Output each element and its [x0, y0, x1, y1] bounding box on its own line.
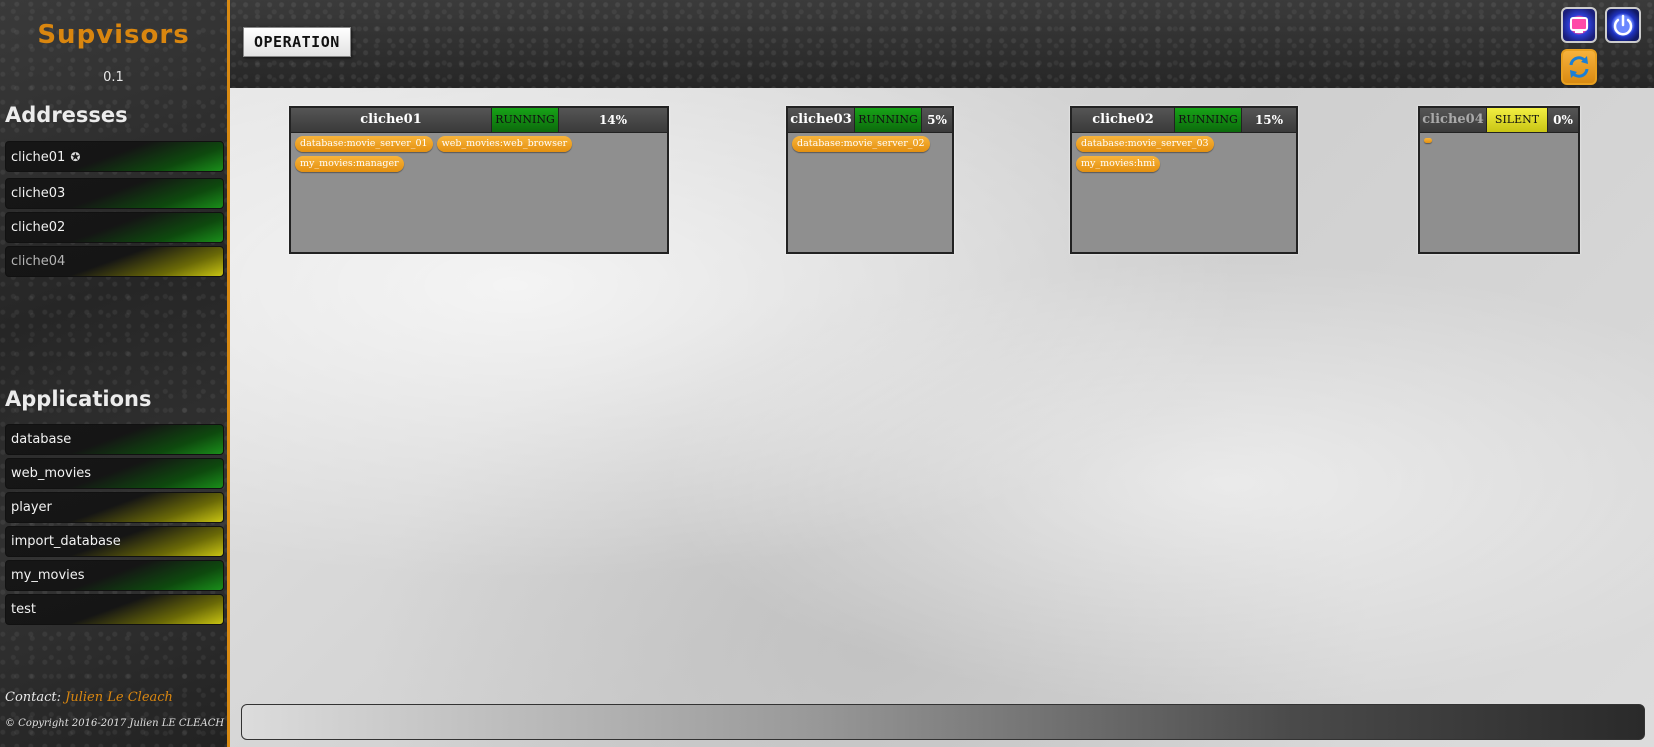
application-item-web-movies[interactable]: web_movies: [5, 458, 224, 489]
address-label: cliche04: [11, 254, 66, 269]
application-item-database[interactable]: database: [5, 424, 224, 455]
node-state-badge: RUNNING: [854, 108, 922, 132]
contact-link[interactable]: Julien Le Cleach: [65, 690, 173, 705]
gear-icon: ✪: [70, 150, 81, 164]
application-label: web_movies: [11, 466, 92, 481]
applications-title: Applications: [5, 387, 152, 411]
application-label: test: [11, 602, 36, 617]
header: OPERATION: [230, 0, 1654, 88]
process-pill[interactable]: web_movies:web_browser: [436, 136, 573, 152]
brand-title[interactable]: Supvisors: [0, 20, 227, 50]
address-label: cliche02: [11, 220, 66, 235]
message-bar: [241, 704, 1645, 740]
version-label: 0.1: [103, 70, 124, 85]
node-card-cliche01: cliche01 RUNNING 14% database:movie_serv…: [289, 106, 669, 254]
node-state-badge: SILENT: [1486, 108, 1548, 132]
node-load: 14%: [559, 108, 667, 132]
node-card-cliche02: cliche02 RUNNING 15% database:movie_serv…: [1070, 106, 1298, 254]
process-pill[interactable]: my_movies:manager: [295, 156, 404, 172]
main-content: cliche01 RUNNING 14% database:movie_serv…: [230, 88, 1654, 747]
application-label: database: [11, 432, 72, 447]
node-state-badge: RUNNING: [491, 108, 559, 132]
addresses-title: Addresses: [5, 103, 128, 127]
application-item-import-database[interactable]: import_database: [5, 526, 224, 557]
process-pill[interactable]: database:movie_server_03: [1076, 136, 1214, 152]
node-name[interactable]: cliche02: [1072, 108, 1174, 132]
process-pill[interactable]: my_movies:hmi: [1076, 156, 1161, 172]
address-item-cliche04[interactable]: cliche04: [5, 246, 224, 277]
shutdown-button[interactable]: [1605, 7, 1641, 43]
address-item-cliche02[interactable]: cliche02: [5, 212, 224, 243]
contact-label: Contact:: [5, 690, 62, 705]
shutdown-icon: [1613, 14, 1633, 36]
restart-button[interactable]: [1561, 7, 1597, 43]
empty-process-marker: [1424, 138, 1432, 143]
sidebar: Supvisors 0.1 Addresses cliche01 ✪ cliche…: [0, 0, 230, 747]
copyright-text: © Copyright 2016-2017 Julien LE CLEACH: [5, 718, 225, 729]
process-pill[interactable]: database:movie_server_02: [792, 136, 930, 152]
node-name[interactable]: cliche03: [788, 108, 854, 132]
address-item-cliche01[interactable]: cliche01 ✪: [5, 141, 224, 172]
refresh-button[interactable]: [1561, 49, 1597, 85]
application-item-my-movies[interactable]: my_movies: [5, 560, 224, 591]
address-label: cliche03: [11, 186, 66, 201]
node-card-cliche04: cliche04 SILENT 0%: [1418, 106, 1580, 254]
node-load: 5%: [922, 108, 952, 132]
application-label: player: [11, 500, 52, 515]
node-load: 0%: [1548, 108, 1578, 132]
node-name[interactable]: cliche04: [1420, 108, 1486, 132]
node-card-cliche03: cliche03 RUNNING 5% database:movie_serve…: [786, 106, 954, 254]
application-label: import_database: [11, 534, 121, 549]
restart-icon: [1570, 17, 1588, 33]
refresh-icon: [1569, 56, 1589, 78]
address-item-cliche03[interactable]: cliche03: [5, 178, 224, 209]
application-label: my_movies: [11, 568, 85, 583]
page-title: OPERATION: [243, 27, 351, 57]
address-label: cliche01: [11, 150, 66, 165]
application-item-player[interactable]: player: [5, 492, 224, 523]
application-item-test[interactable]: test: [5, 594, 224, 625]
node-name[interactable]: cliche01: [291, 108, 491, 132]
contact-line: Contact: Julien Le Cleach: [5, 690, 173, 705]
process-pill[interactable]: database:movie_server_01: [295, 136, 433, 152]
node-state-badge: RUNNING: [1174, 108, 1242, 132]
node-load: 15%: [1242, 108, 1296, 132]
